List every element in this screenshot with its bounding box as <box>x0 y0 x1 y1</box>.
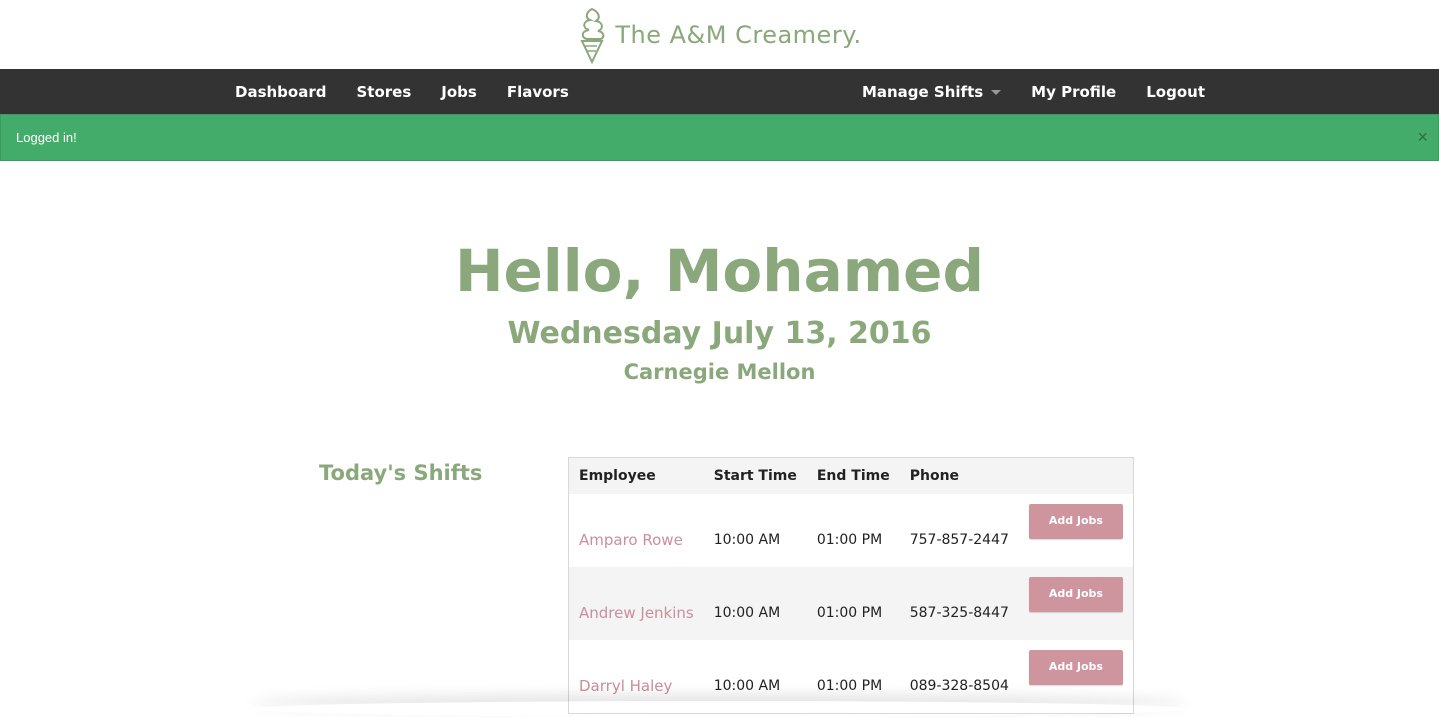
add-jobs-button[interactable]: Add Jobs <box>1029 504 1123 539</box>
welcome-section: Hello, Mohamed Wednesday July 13, 2016 C… <box>0 161 1439 385</box>
todays-shifts-title: Today's Shifts <box>319 461 482 485</box>
phone-number: 587-325-8447 <box>910 605 1009 621</box>
employee-link[interactable]: Amparo Rowe <box>579 531 683 549</box>
current-date: Wednesday July 13, 2016 <box>0 303 1439 351</box>
alert-message: Logged in! <box>16 130 77 145</box>
nav-manage-shifts-label: Manage Shifts <box>862 83 983 101</box>
table-row: Amparo Rowe 10:00 AM 01:00 PM 757-857-24… <box>569 494 1134 567</box>
nav-flavors[interactable]: Flavors <box>507 83 569 101</box>
employee-link[interactable]: Darryl Haley <box>579 677 672 695</box>
column-header-actions <box>1019 458 1134 495</box>
ice-cream-cone-icon[interactable] <box>577 6 607 64</box>
nav-dashboard[interactable]: Dashboard <box>235 83 326 101</box>
table-row: Andrew Jenkins 10:00 AM 01:00 PM 587-325… <box>569 567 1134 640</box>
phone-number: 757-857-2447 <box>910 532 1009 548</box>
start-time: 10:00 AM <box>714 605 780 621</box>
add-jobs-button[interactable]: Add Jobs <box>1029 650 1123 685</box>
nav-logout[interactable]: Logout <box>1146 83 1205 101</box>
brand-name[interactable]: The A&M Creamery. <box>615 21 861 49</box>
employee-link[interactable]: Andrew Jenkins <box>579 604 694 622</box>
nav-my-profile[interactable]: My Profile <box>1031 83 1116 101</box>
table-header-row: Employee Start Time End Time Phone <box>569 458 1134 495</box>
end-time: 01:00 PM <box>817 605 882 621</box>
end-time: 01:00 PM <box>817 678 882 694</box>
close-icon[interactable]: × <box>1417 127 1428 147</box>
start-time: 10:00 AM <box>714 678 780 694</box>
site-header: The A&M Creamery. <box>0 0 1439 69</box>
caret-down-icon <box>991 90 1001 95</box>
bottom-fade <box>250 701 1189 717</box>
nav-jobs[interactable]: Jobs <box>441 83 477 101</box>
add-jobs-button[interactable]: Add Jobs <box>1029 577 1123 612</box>
end-time: 01:00 PM <box>817 532 882 548</box>
nav-stores[interactable]: Stores <box>356 83 411 101</box>
shifts-table: Employee Start Time End Time Phone Ampar… <box>568 457 1134 714</box>
column-header-start-time: Start Time <box>704 458 807 495</box>
nav-left-group: Dashboard Stores Jobs Flavors <box>235 69 599 114</box>
phone-number: 089-328-8504 <box>910 678 1009 694</box>
main-navbar: Dashboard Stores Jobs Flavors Manage Shi… <box>0 69 1439 114</box>
column-header-phone: Phone <box>900 458 1019 495</box>
column-header-end-time: End Time <box>807 458 900 495</box>
store-location: Carnegie Mellon <box>0 351 1439 385</box>
start-time: 10:00 AM <box>714 532 780 548</box>
column-header-employee: Employee <box>569 458 704 495</box>
nav-manage-shifts-dropdown[interactable]: Manage Shifts <box>862 83 1001 101</box>
success-alert: Logged in! × <box>0 114 1439 161</box>
nav-right-group: Manage Shifts My Profile Logout <box>862 69 1205 114</box>
greeting-heading: Hello, Mohamed <box>0 161 1439 303</box>
